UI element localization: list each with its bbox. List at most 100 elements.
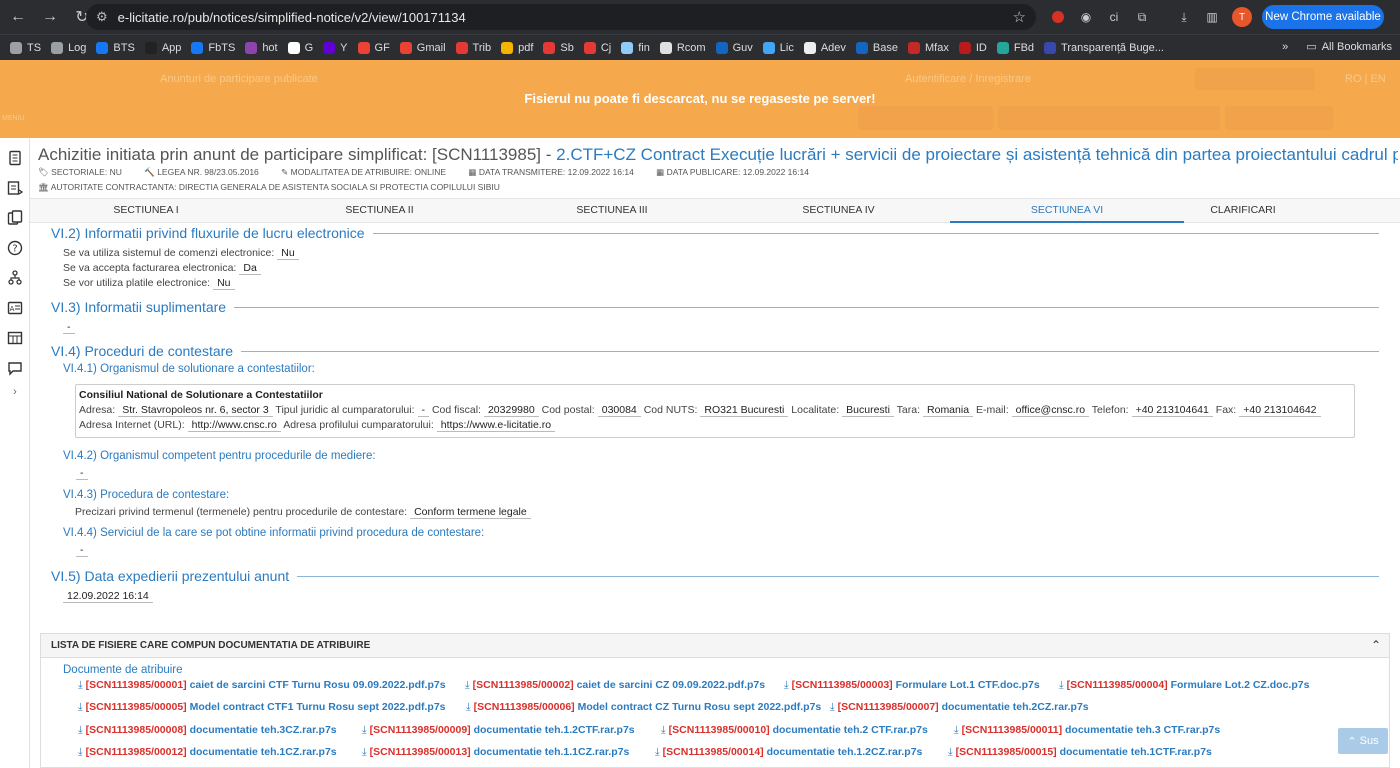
bookmark-favicon-icon bbox=[762, 41, 775, 54]
bookmark-item[interactable]: Guv bbox=[715, 41, 753, 54]
bookmark-item[interactable]: ID bbox=[958, 41, 987, 54]
tab-sectiunea-vi[interactable]: SECTIUNEA VI bbox=[950, 199, 1184, 223]
camera-extension-icon[interactable]: ◉ bbox=[1076, 7, 1096, 27]
download-icon: ⤓ bbox=[954, 723, 959, 736]
ghost-button-2 bbox=[998, 106, 1220, 130]
bookmark-item[interactable]: GF bbox=[357, 41, 390, 54]
bookmark-item[interactable]: pdf bbox=[501, 41, 533, 54]
list-icon[interactable] bbox=[6, 179, 24, 197]
hierarchy-icon[interactable] bbox=[6, 269, 24, 287]
document-link[interactable]: ⤓ [SCN1113985/00009] documentatie teh.1.2… bbox=[362, 724, 635, 737]
bookmark-item[interactable]: hot bbox=[245, 41, 278, 54]
bookmark-item[interactable]: Trib bbox=[455, 41, 491, 54]
download-icon: ⤓ bbox=[466, 701, 471, 714]
document-link[interactable]: ⤓ [SCN1113985/00004] Formulare Lot.2 CZ.d… bbox=[1059, 679, 1309, 692]
side-panel-icon[interactable]: ▥ bbox=[1202, 7, 1222, 27]
table-icon[interactable] bbox=[6, 329, 24, 347]
document-link[interactable]: ⤓ [SCN1113985/00012] documentatie teh.1CZ… bbox=[78, 746, 337, 759]
address-bar[interactable]: ⚙ e-licitatie.ro/pub/notices/simplified-… bbox=[86, 4, 1036, 30]
forward-icon[interactable]: → bbox=[36, 3, 64, 31]
meta-row: 🏷 SECTORIALE: NU 🔨 LEGEA NR. 98/23.05.20… bbox=[38, 167, 829, 178]
document-link[interactable]: ⤓ [SCN1113985/00008] documentatie teh.3CZ… bbox=[78, 724, 337, 737]
section-content: VI.2) Informatii privind fluxurile de lu… bbox=[30, 223, 1400, 768]
download-icon: ⤓ bbox=[78, 701, 83, 714]
meta-sectoriale: 🏷 SECTORIALE: NU bbox=[38, 167, 122, 177]
extension-ci-icon[interactable]: ci bbox=[1104, 7, 1124, 27]
back-icon[interactable]: ← bbox=[4, 3, 32, 31]
tab-sectiunea-ii[interactable]: SECTIUNEA II bbox=[262, 199, 497, 223]
bookmark-item[interactable]: Y bbox=[323, 41, 348, 54]
profile-avatar[interactable]: T bbox=[1232, 7, 1252, 27]
bookmark-item[interactable]: Gmail bbox=[399, 41, 446, 54]
bookmark-star-icon[interactable]: ☆ bbox=[1013, 8, 1026, 26]
all-bookmarks-button[interactable]: All Bookmarks bbox=[1322, 41, 1392, 53]
bookmark-item[interactable]: App bbox=[144, 41, 181, 54]
document-link[interactable]: ⤓ [SCN1113985/00005] Model contract CTF1 … bbox=[78, 701, 446, 714]
scroll-top-button[interactable]: ⌃ Sus bbox=[1338, 728, 1388, 754]
bookmark-item[interactable]: Log bbox=[51, 41, 86, 54]
bookmark-item[interactable]: Cj bbox=[583, 41, 611, 54]
extension-red-icon[interactable] bbox=[1048, 7, 1068, 27]
vi44-value: - bbox=[73, 544, 88, 557]
document-link[interactable]: ⤓ [SCN1113985/00006] Model contract CZ Tu… bbox=[466, 701, 821, 714]
org-url-link[interactable]: http://www.cnsc.ro bbox=[187, 419, 281, 432]
vi41-title: VI.4.1) Organismul de solutionare a cont… bbox=[63, 363, 315, 375]
help-icon[interactable]: ? bbox=[6, 239, 24, 257]
documents-header[interactable]: LISTA DE FISIERE CARE COMPUN DOCUMENTATI… bbox=[41, 634, 1389, 658]
document-link[interactable]: ⤓ [SCN1113985/00007] documentatie teh.2CZ… bbox=[830, 701, 1089, 714]
bookmark-item[interactable]: G bbox=[287, 41, 313, 54]
org-urls: Adresa Internet (URL): http://www.cnsc.ro… bbox=[79, 419, 556, 432]
section-vi5-title: VI.5) Data expedierii prezentului anunt bbox=[51, 568, 298, 584]
title-link[interactable]: 2.CTF+CZ Contract Execuție lucrări + ser… bbox=[556, 145, 1398, 164]
download-icon: ⤓ bbox=[784, 679, 789, 691]
bookmark-favicon-icon bbox=[245, 41, 258, 54]
tab-sectiunea-iv[interactable]: SECTIUNEA IV bbox=[727, 199, 950, 223]
bookmark-favicon-icon bbox=[958, 41, 971, 54]
new-chrome-button[interactable]: New Chrome available bbox=[1262, 5, 1384, 29]
bookmark-item[interactable]: FbTS bbox=[191, 41, 235, 54]
meta-transmitere: ▦ DATA TRANSMITERE: 12.09.2022 16:14 bbox=[468, 167, 634, 177]
chat-icon[interactable] bbox=[6, 359, 24, 377]
bookmark-item[interactable]: Rcom bbox=[659, 41, 706, 54]
tab-sectiunea-i[interactable]: SECTIUNEA I bbox=[30, 199, 262, 223]
download-icon[interactable]: ⤓ bbox=[1174, 7, 1194, 27]
bookmark-favicon-icon bbox=[399, 41, 412, 54]
bookmark-favicon-icon bbox=[543, 41, 556, 54]
tab-clarificari[interactable]: CLARIFICARI bbox=[1184, 199, 1302, 223]
document-link[interactable]: ⤓ [SCN1113985/00011] documentatie teh.3 C… bbox=[954, 724, 1220, 737]
bookmark-item[interactable]: Base bbox=[855, 41, 898, 54]
svg-text:?: ? bbox=[12, 244, 17, 255]
id-card-icon[interactable]: A bbox=[6, 299, 24, 317]
files-icon[interactable] bbox=[6, 209, 24, 227]
bookmark-item[interactable]: BTS bbox=[96, 41, 135, 54]
document-link[interactable]: ⤓ [SCN1113985/00013] documentatie teh.1.1… bbox=[362, 746, 629, 759]
expand-chevron-icon[interactable]: › bbox=[6, 383, 24, 401]
document-icon[interactable] bbox=[6, 149, 24, 167]
bookmark-item[interactable]: Lic bbox=[762, 41, 794, 54]
bookmark-item[interactable]: TS bbox=[10, 41, 41, 54]
bookmark-item[interactable]: Adev bbox=[803, 41, 846, 54]
document-link[interactable]: ⤓ [SCN1113985/00014] documentatie teh.1.2… bbox=[655, 746, 922, 759]
ghost-button-3 bbox=[1225, 106, 1333, 130]
bookmark-favicon-icon bbox=[583, 41, 596, 54]
bookmark-item[interactable]: Transparență Buge... bbox=[1044, 41, 1164, 54]
bookmark-item[interactable]: Mfax bbox=[908, 41, 949, 54]
document-link[interactable]: ⤓ [SCN1113985/00001] caiet de sarcini CTF… bbox=[78, 679, 446, 692]
bookmark-item[interactable]: FBd bbox=[996, 41, 1034, 54]
extensions-puzzle-icon[interactable]: ⧉ bbox=[1132, 7, 1152, 27]
document-link[interactable]: ⤓ [SCN1113985/00003] Formulare Lot.1 CTF.… bbox=[784, 679, 1040, 692]
document-link[interactable]: ⤓ [SCN1113985/00010] documentatie teh.2 C… bbox=[661, 724, 928, 737]
divider bbox=[51, 351, 1379, 352]
document-link[interactable]: ⤓ [SCN1113985/00015] documentatie teh.1CT… bbox=[948, 746, 1212, 759]
org-profil-link[interactable]: https://www.e-licitatie.ro bbox=[436, 419, 556, 432]
notice-header: Achizitie initiata prin anunt de partici… bbox=[30, 138, 1400, 198]
bookmark-item[interactable]: Sb bbox=[543, 41, 574, 54]
collapse-chevron-icon[interactable]: ⌃ bbox=[1371, 638, 1381, 652]
site-settings-icon[interactable]: ⚙ bbox=[96, 9, 108, 25]
document-link[interactable]: ⤓ [SCN1113985/00002] caiet de sarcini CZ … bbox=[465, 679, 765, 692]
more-bookmarks-button[interactable]: » bbox=[1282, 41, 1288, 53]
bookmark-favicon-icon bbox=[803, 41, 816, 54]
tab-sectiunea-iii[interactable]: SECTIUNEA III bbox=[497, 199, 727, 223]
vi44-title: VI.4.4) Serviciul de la care se pot obti… bbox=[63, 527, 485, 539]
bookmark-item[interactable]: fin bbox=[621, 41, 650, 54]
